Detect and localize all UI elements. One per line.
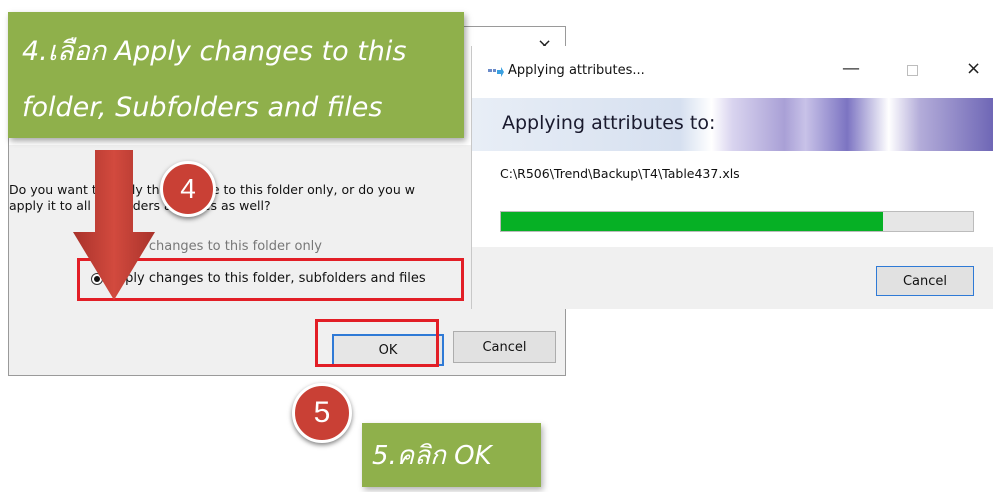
maximize-icon[interactable] — [907, 65, 918, 76]
applying-attributes-dialog: Applying attributes... — × Applying attr… — [471, 46, 993, 309]
close-icon[interactable]: × — [966, 58, 981, 79]
banner: Applying attributes to: — [472, 98, 993, 151]
callout-step4-line2: folder, Subfolders and files — [22, 92, 383, 123]
file-path: C:\R506\Trend\Backup\T4\Table437.xls — [500, 166, 740, 181]
cancel-button[interactable]: Cancel — [453, 331, 556, 363]
callout-step4: 4.เลือก Apply changes to this folder, Su… — [8, 12, 464, 138]
title-bar: Applying attributes... — × — [472, 46, 993, 98]
progress-bar-fill — [501, 212, 884, 231]
down-arrow-icon — [73, 150, 155, 300]
minimize-icon[interactable]: — — [842, 58, 860, 79]
progress-body: C:\R506\Trend\Backup\T4\Table437.xls — [472, 151, 993, 247]
banner-heading: Applying attributes to: — [502, 112, 716, 134]
callout-step4-line1: 4.เลือก Apply changes to this — [22, 36, 407, 67]
attributes-icon — [488, 67, 504, 77]
window-title: Applying attributes... — [508, 63, 645, 78]
step-5-badge: 5 — [292, 383, 352, 443]
progress-bar — [500, 211, 974, 232]
callout-step5-text: 5.คลิก OK — [372, 440, 492, 471]
cancel-button[interactable]: Cancel — [876, 266, 974, 296]
step-4-badge: 4 — [160, 161, 216, 217]
callout-step5: 5.คลิก OK — [362, 423, 541, 487]
highlight-ok-button — [315, 319, 439, 367]
